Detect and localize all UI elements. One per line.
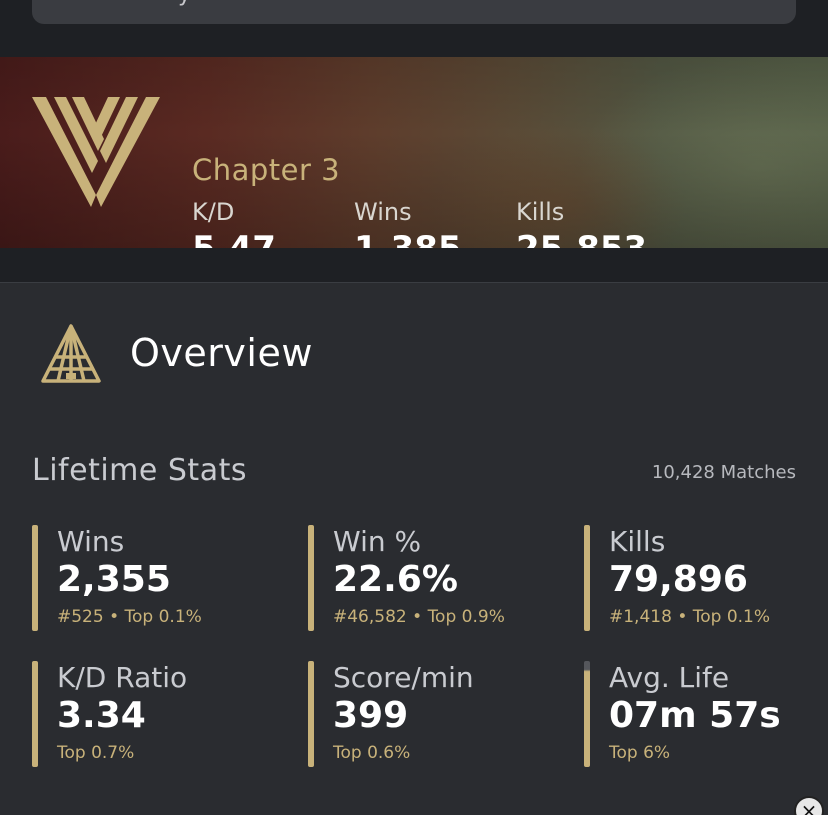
stat-name: Win % bbox=[333, 525, 422, 558]
stat-value: 79,896 bbox=[609, 559, 748, 600]
stat-value: 399 bbox=[333, 695, 409, 736]
stat-rank: Top 6% bbox=[609, 743, 671, 763]
banner-stat-value: 5.47 bbox=[192, 229, 276, 248]
stat-value: 3.34 bbox=[57, 695, 146, 736]
stat-kd-ratio[interactable]: K/D Ratio 3.34 Top 0.7% bbox=[32, 661, 272, 767]
season-banner: Chapter 3 K/D 5.47 Wins 1,385 Kills 25,8… bbox=[0, 57, 828, 248]
lifetime-stats-panel: Lifetime Stats 10,428 Matches Wins 2,355… bbox=[0, 421, 828, 815]
stat-win-percent[interactable]: Win % 22.6% #46,582 • Top 0.9% bbox=[308, 525, 548, 631]
stat-accent-bar bbox=[584, 525, 590, 631]
banner-stat-value: 25,853 bbox=[516, 229, 647, 248]
stat-accent-bar bbox=[32, 525, 38, 631]
stat-accent-bar bbox=[32, 661, 38, 767]
stat-accent-bar bbox=[584, 661, 590, 767]
stat-value: 2,355 bbox=[57, 559, 171, 600]
matches-count: 10,428 Matches bbox=[651, 462, 796, 483]
stat-name: Avg. Life bbox=[609, 661, 730, 694]
stat-rank: #525 • Top 0.1% bbox=[57, 607, 202, 627]
stat-name: Score/min bbox=[333, 661, 474, 694]
banner-stat-wins: Wins 1,385 bbox=[354, 197, 462, 248]
stats-page: y Chapter 3 K/D 5.47 Wins 1,385 K bbox=[0, 0, 828, 815]
search-bar-card[interactable] bbox=[32, 0, 796, 24]
stat-rank: #46,582 • Top 0.9% bbox=[333, 607, 505, 627]
stat-value: 22.6% bbox=[333, 559, 458, 600]
lifetime-stats-title: Lifetime Stats bbox=[32, 453, 247, 488]
stat-accent-bar bbox=[308, 661, 314, 767]
banner-stat-value: 1,385 bbox=[354, 229, 462, 248]
stat-rank: Top 0.6% bbox=[333, 743, 411, 763]
stat-rank: #1,418 • Top 0.1% bbox=[609, 607, 771, 627]
stat-rank: Top 0.7% bbox=[57, 743, 135, 763]
season-title: Chapter 3 bbox=[192, 153, 341, 187]
overview-header[interactable]: Overview bbox=[0, 282, 828, 422]
stat-accent-bar bbox=[308, 525, 314, 631]
stat-score-per-min[interactable]: Score/min 399 Top 0.6% bbox=[308, 661, 548, 767]
banner-stat-label: Kills bbox=[516, 198, 565, 226]
stat-name: Kills bbox=[609, 525, 666, 558]
stat-value: 07m 57s bbox=[609, 695, 781, 736]
banner-stat-label: K/D bbox=[192, 198, 235, 226]
banner-stat-kd: K/D 5.47 bbox=[192, 197, 276, 248]
stat-name: Wins bbox=[57, 525, 125, 558]
pyramid-icon bbox=[41, 324, 101, 383]
banner-stat-kills: Kills 25,853 bbox=[516, 197, 647, 248]
overview-title: Overview bbox=[130, 331, 313, 375]
stat-kills[interactable]: Kills 79,896 #1,418 • Top 0.1% bbox=[584, 525, 824, 631]
banner-stat-label: Wins bbox=[354, 198, 412, 226]
chapter-v-logo-icon bbox=[32, 97, 160, 207]
stat-wins[interactable]: Wins 2,355 #525 • Top 0.1% bbox=[32, 525, 272, 631]
stat-name: K/D Ratio bbox=[57, 661, 188, 694]
stat-avg-life[interactable]: Avg. Life 07m 57s Top 6% bbox=[584, 661, 824, 767]
